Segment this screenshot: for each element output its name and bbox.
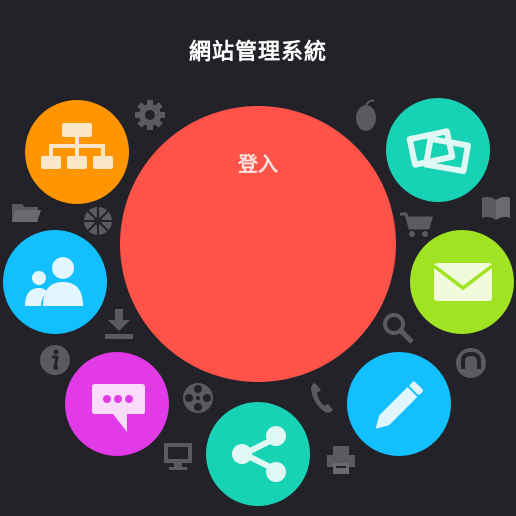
share-button[interactable]: [206, 402, 310, 506]
edit-button[interactable]: [347, 352, 451, 456]
chat-icon: [92, 384, 145, 432]
chat-button[interactable]: [65, 352, 169, 456]
info-icon: [37, 342, 73, 378]
gallery-button[interactable]: [386, 98, 490, 202]
sitemap-icon: [41, 123, 113, 169]
cart-icon: [398, 206, 434, 242]
share-icon: [232, 426, 286, 482]
search-icon: [380, 310, 416, 346]
phone-icon: [303, 380, 339, 416]
download-icon: [101, 306, 137, 342]
pencil-icon: [375, 381, 423, 429]
magnet-icon: [453, 345, 489, 381]
sitemap-button[interactable]: [25, 100, 129, 204]
gallery-icon: [406, 128, 471, 175]
lens-icon: [80, 203, 116, 239]
book-icon: [478, 190, 514, 226]
page-title: 網站管理系統: [188, 40, 327, 65]
mail-icon: [432, 263, 494, 301]
users-icon: [25, 257, 83, 306]
film-reel-icon: [180, 380, 216, 416]
users-button[interactable]: [3, 230, 107, 334]
monitor-icon: [160, 438, 196, 474]
login-button[interactable]: 登入: [120, 106, 396, 382]
login-label: 登入: [238, 152, 278, 176]
gear-icon: [132, 97, 168, 133]
folder-icon: [8, 194, 44, 230]
mail-button[interactable]: [410, 230, 514, 334]
mouse-icon: [348, 97, 384, 133]
printer-icon: [323, 442, 359, 478]
